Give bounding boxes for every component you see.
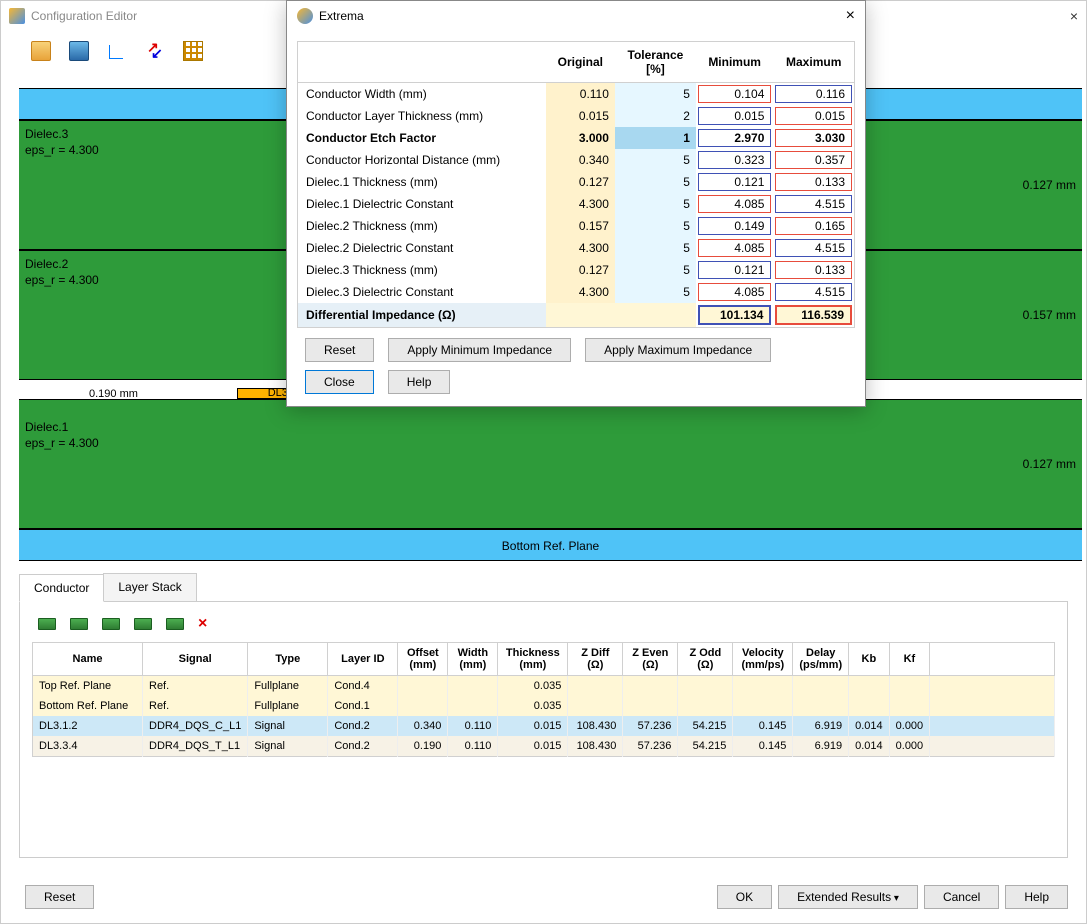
col-layer[interactable]: Layer ID (328, 643, 398, 676)
dielec-1: Dielec.1eps_r = 4.300 0.127 mm (19, 399, 1082, 529)
dialog-app-icon (297, 8, 313, 24)
extrema-result-row: Differential Impedance (Ω)101.134116.539 (298, 303, 855, 328)
grid-icon[interactable] (183, 41, 203, 61)
extrema-row[interactable]: Dielec.1 Thickness (mm)0.12750.1210.133 (298, 171, 855, 193)
extrema-row[interactable]: Dielec.2 Dielectric Constant4.30054.0854… (298, 237, 855, 259)
table-row[interactable]: DL3.3.4DDR4_DQS_T_L1SignalCond.20.1900.1… (33, 736, 1055, 757)
tab-conductor[interactable]: Conductor (19, 574, 104, 602)
col-minimum: Minimum (696, 42, 773, 83)
bottom-ref-label: Bottom Ref. Plane (502, 539, 599, 553)
help-button[interactable]: Help (1005, 885, 1068, 909)
extrema-row[interactable]: Dielec.3 Thickness (mm)0.12750.1210.133 (298, 259, 855, 281)
bottom-bar: Reset OK Extended Results Cancel Help (19, 885, 1068, 909)
delete-icon[interactable]: × (198, 618, 207, 630)
extrema-table[interactable]: Original Tolerance [%] Minimum Maximum C… (297, 41, 855, 328)
col-zeven[interactable]: Z Even (Ω) (623, 643, 678, 676)
col-maximum: Maximum (773, 42, 854, 83)
dielec-1-thickness: 0.127 mm (1023, 457, 1076, 471)
dialog-help-button[interactable]: Help (388, 370, 451, 394)
add-sig-icon[interactable] (102, 618, 120, 630)
bottom-ref-plane: Bottom Ref. Plane (19, 529, 1082, 561)
col-width[interactable]: Width (mm) (448, 643, 498, 676)
add-sig-icon-3[interactable] (166, 618, 184, 630)
add-ref-icon-2[interactable] (70, 618, 88, 630)
dielec-2-label: Dielec.2eps_r = 4.300 (25, 257, 99, 288)
dialog-title: Extrema (319, 9, 846, 23)
conductor-table[interactable]: NameSignalTypeLayer IDOffset (mm)Width (… (32, 642, 1055, 757)
col-kb[interactable]: Kb (849, 643, 890, 676)
apply-min-button[interactable]: Apply Minimum Impedance (388, 338, 571, 362)
dialog-reset-button[interactable]: Reset (305, 338, 374, 362)
table-row[interactable]: DL3.1.2DDR4_DQS_C_L1SignalCond.20.3400.1… (33, 716, 1055, 736)
col-signal[interactable]: Signal (143, 643, 248, 676)
col-delay[interactable]: Delay (ps/mm) (793, 643, 849, 676)
cancel-button[interactable]: Cancel (924, 885, 999, 909)
table-row[interactable]: Top Ref. PlaneRef.FullplaneCond.40.035 (33, 676, 1055, 697)
dielec-3-thickness: 0.127 mm (1023, 178, 1076, 192)
extrema-row[interactable]: Conductor Width (mm)0.11050.1040.116 (298, 83, 855, 106)
open-icon[interactable] (31, 41, 51, 61)
tab-layerstack[interactable]: Layer Stack (103, 573, 196, 601)
col-thick[interactable]: Thickness (mm) (498, 643, 568, 676)
col-tolerance: Tolerance [%] (615, 42, 696, 83)
conductor-toolbar: × (32, 614, 1055, 642)
tab-row: Conductor Layer Stack (19, 573, 1068, 602)
tab-body: × NameSignalTypeLayer IDOffset (mm)Width… (19, 602, 1068, 858)
save-icon[interactable] (69, 41, 89, 61)
apply-max-button[interactable]: Apply Maximum Impedance (585, 338, 771, 362)
col-zdiff[interactable]: Z Diff (Ω) (568, 643, 623, 676)
dielec-1-label: Dielec.1eps_r = 4.300 (25, 420, 99, 451)
extrema-row[interactable]: Dielec.3 Dielectric Constant4.30054.0854… (298, 281, 855, 303)
extrema-row[interactable]: Dielec.1 Dielectric Constant4.30054.0854… (298, 193, 855, 215)
ok-button[interactable]: OK (717, 885, 772, 909)
dielec-2-thickness: 0.157 mm (1023, 308, 1076, 322)
app-icon (9, 8, 25, 24)
dielec-3-label: Dielec.3eps_r = 4.300 (25, 127, 99, 158)
col-zodd[interactable]: Z Odd (Ω) (678, 643, 733, 676)
extrema-row[interactable]: Conductor Horizontal Distance (mm)0.3405… (298, 149, 855, 171)
table-row[interactable]: Bottom Ref. PlaneRef.FullplaneCond.10.03… (33, 696, 1055, 716)
close-icon[interactable]: × (1070, 8, 1078, 24)
extended-results-button[interactable]: Extended Results (778, 885, 918, 909)
extrema-dialog: Extrema × Original Tolerance [%] Minimum… (286, 0, 866, 407)
dialog-close-icon[interactable]: × (846, 7, 855, 25)
reset-button[interactable]: Reset (25, 885, 94, 909)
extrema-row[interactable]: Conductor Etch Factor3.00012.9703.030 (298, 127, 855, 149)
dialog-button-row: Reset Apply Minimum Impedance Apply Maxi… (297, 328, 855, 396)
extrema-row[interactable]: Dielec.2 Thickness (mm)0.15750.1490.165 (298, 215, 855, 237)
add-sig-icon-2[interactable] (134, 618, 152, 630)
col-vel[interactable]: Velocity (mm/ps) (733, 643, 793, 676)
extrema-row[interactable]: Conductor Layer Thickness (mm)0.01520.01… (298, 105, 855, 127)
axes-icon[interactable] (107, 41, 127, 61)
dialog-titlebar[interactable]: Extrema × (287, 1, 865, 31)
col-type[interactable]: Type (248, 643, 328, 676)
dialog-close-button[interactable]: Close (305, 370, 374, 394)
add-ref-icon[interactable] (38, 618, 56, 630)
col-offset[interactable]: Offset (mm) (398, 643, 448, 676)
col-kf[interactable]: Kf (889, 643, 930, 676)
col-original: Original (546, 42, 615, 83)
expand-icon[interactable] (145, 41, 165, 61)
col-name[interactable]: Name (33, 643, 143, 676)
tabs-area: Conductor Layer Stack × NameSignalTypeLa… (19, 573, 1068, 858)
